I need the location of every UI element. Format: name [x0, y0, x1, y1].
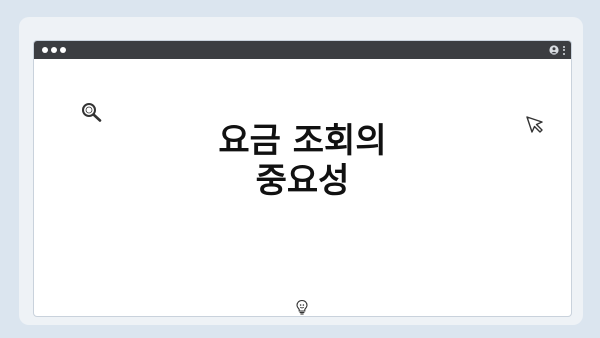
minimize-button[interactable]: [51, 47, 57, 53]
more-vertical-icon[interactable]: [563, 45, 565, 55]
maximize-button[interactable]: [60, 47, 66, 53]
close-button[interactable]: [42, 47, 48, 53]
lightbulb-icon: [296, 299, 308, 315]
title-line-2: 중요성: [255, 161, 350, 201]
title-line-1: 요금 조회의: [218, 121, 387, 161]
window-controls: [42, 47, 66, 53]
browser-window: 요금 조회의 중요성: [33, 40, 572, 317]
title-bar: [34, 41, 571, 59]
main-content: 요금 조회의 중요성: [34, 59, 571, 316]
toolbar-right: [549, 45, 565, 55]
user-icon[interactable]: [549, 45, 559, 55]
search-icon: [82, 103, 102, 122]
page-title: 요금 조회의 중요성: [34, 121, 571, 201]
